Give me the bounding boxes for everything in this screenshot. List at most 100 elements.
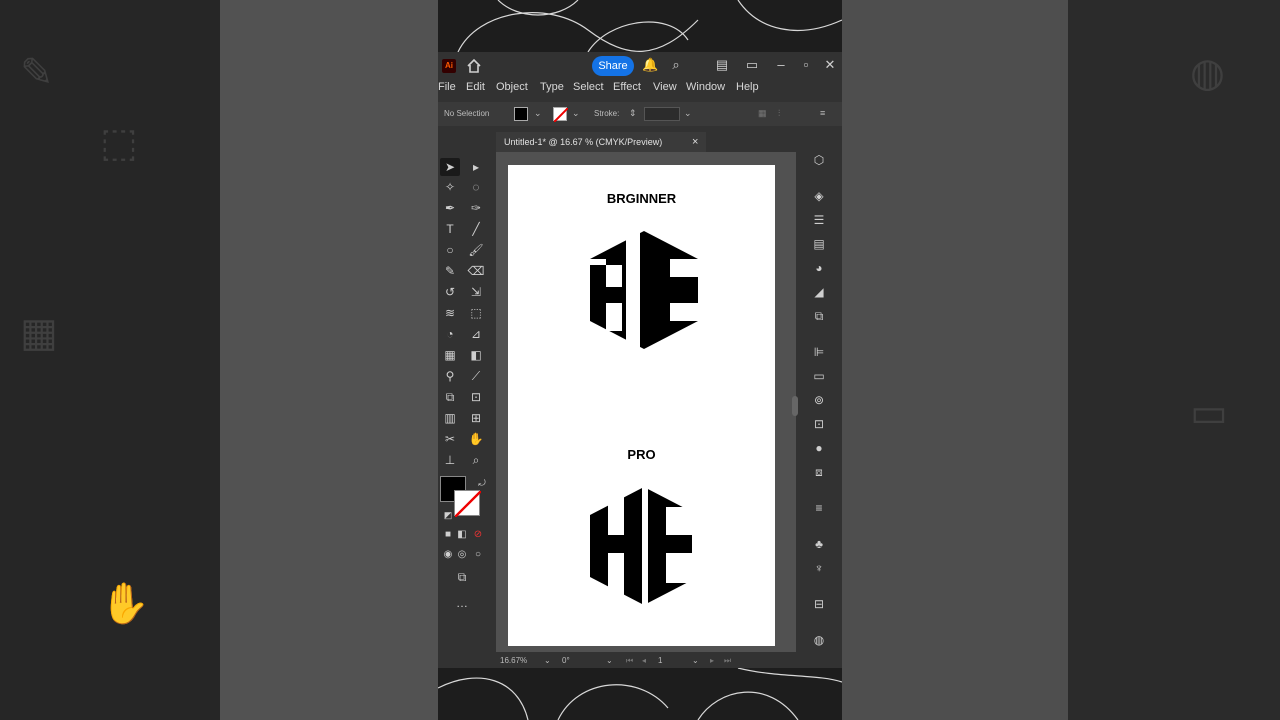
shaper-tool-icon[interactable]: ✎ [440, 262, 460, 280]
gradient-panel-icon[interactable]: ◢ [811, 284, 827, 300]
draw-inside-icon[interactable]: ○ [468, 546, 488, 564]
chevron-down-icon[interactable]: ⌄ [544, 656, 551, 665]
default-colors-icon[interactable]: ◩ [438, 506, 458, 524]
type-tool-icon[interactable]: T [440, 220, 460, 238]
fill-swatch[interactable] [514, 107, 528, 121]
layers-panel-icon[interactable]: ◈ [811, 188, 827, 204]
control-bar: No Selection ⌄ ⌄ Stroke: ⇕ ⌄ ▦ ⫶ ≡ [438, 102, 842, 126]
first-artboard-icon[interactable]: ⏮ [626, 656, 633, 666]
search-icon[interactable]: ⌕ [668, 57, 684, 73]
menu-object[interactable]: Object [496, 81, 528, 93]
line-tool-icon[interactable]: ╱ [466, 220, 486, 238]
chevron-down-icon[interactable]: ⌄ [692, 656, 699, 665]
align-panel-icon[interactable]: ⊫ [811, 344, 827, 360]
zoom-level[interactable]: 16.67% [500, 656, 527, 665]
align-icon[interactable]: ▦ [758, 108, 767, 119]
stroke-weight-field[interactable] [644, 107, 680, 121]
artboards-panel-icon[interactable]: ⊡ [811, 416, 827, 432]
minimize-icon[interactable]: – [773, 57, 789, 73]
menu-window[interactable]: Window [686, 81, 725, 93]
menu-help[interactable]: Help [736, 81, 759, 93]
gradient-tool-icon[interactable]: ◧ [466, 346, 486, 364]
screen-mode-icon[interactable]: ⧉ [452, 568, 472, 586]
artboard-tool-icon[interactable]: ⊞ [466, 409, 486, 427]
swatches-panel-icon[interactable]: ⊚ [811, 392, 827, 408]
measure-icon[interactable]: ⟋ [466, 367, 486, 385]
selection-tool-icon[interactable]: ➤ [440, 158, 460, 176]
none-mode-icon[interactable]: ⊘ [468, 526, 488, 544]
artboard-number[interactable]: 1 [658, 656, 662, 665]
transparency-panel-icon[interactable]: ▭ [811, 368, 827, 384]
notifications-icon[interactable]: 🔔 [642, 57, 658, 73]
rotate-tool-icon[interactable]: ↺ [440, 283, 460, 301]
free-transform-icon[interactable]: ⬚ [466, 304, 486, 322]
title-bar: Ai Share 🔔 ⌕ ▤ ▭ – ▫ ✕ [438, 52, 842, 78]
menu-view[interactable]: View [653, 81, 677, 93]
shape-builder-icon[interactable]: ◔ [440, 325, 460, 343]
transform-panel-icon[interactable]: ⧉ [811, 308, 827, 324]
workspace-icon[interactable]: ▤ [714, 57, 730, 73]
properties-panel-icon[interactable]: ☰ [811, 212, 827, 228]
edit-toolbar-icon[interactable]: … [452, 594, 472, 612]
mesh-tool-icon[interactable]: ▦ [440, 346, 460, 364]
appearance-panel-icon[interactable]: ● [811, 440, 827, 456]
eraser-icon[interactable]: ⌫ [466, 262, 486, 280]
chevron-down-icon[interactable]: ⌄ [606, 656, 613, 665]
swap-colors-icon[interactable]: ⤾ [472, 474, 492, 492]
stepper-icon[interactable]: ⇕ [629, 108, 637, 119]
last-artboard-icon[interactable]: ⏭ [724, 656, 731, 666]
maximize-icon[interactable]: ▫ [798, 57, 814, 73]
menu-type[interactable]: Type [540, 81, 564, 93]
menu-select[interactable]: Select [573, 81, 604, 93]
stroke-panel-icon[interactable]: ≡ [811, 500, 827, 516]
share-button[interactable]: Share [592, 56, 634, 76]
document-tab[interactable]: Untitled-1* @ 16.67 % (CMYK/Preview) [496, 132, 706, 152]
asset-export-icon[interactable]: ⊟ [811, 596, 827, 612]
graphic-styles-icon[interactable]: ◍ [811, 632, 827, 648]
ellipse-tool-icon[interactable]: ○ [440, 241, 460, 259]
symbols-panel-icon[interactable]: ♣ [811, 536, 827, 552]
symbol-sprayer-icon[interactable]: ⊡ [466, 388, 486, 406]
panel-menu-icon[interactable]: ≡ [820, 108, 825, 118]
column-graph-icon[interactable]: ▥ [440, 409, 460, 427]
3d-panel-icon[interactable]: ⬡ [811, 152, 827, 168]
paintbrush-icon[interactable]: 🖌 [466, 241, 486, 259]
selection-status: No Selection [444, 109, 490, 118]
curvature-tool-icon[interactable]: ✑ [466, 199, 486, 217]
artboard[interactable]: BRGINNER PRO [508, 165, 775, 646]
eyedropper-icon[interactable]: ⚲ [440, 367, 460, 385]
close-icon[interactable]: ✕ [822, 57, 838, 73]
zoom-tool-icon[interactable]: ⌕ [466, 451, 486, 469]
menu-file[interactable]: File [438, 81, 456, 93]
blend-tool-icon[interactable]: ⧉ [440, 388, 460, 406]
chevron-down-icon[interactable]: ⌄ [534, 108, 542, 119]
libraries-panel-icon[interactable]: ▤ [811, 236, 827, 252]
pen-tool-icon[interactable]: ✒ [440, 199, 460, 217]
direct-selection-tool-icon[interactable]: ▸ [466, 158, 486, 176]
print-tiling-icon[interactable]: ⊥ [440, 451, 460, 469]
slice-tool-icon[interactable]: ✂ [440, 430, 460, 448]
menu-edit[interactable]: Edit [466, 81, 485, 93]
warp-tool-icon[interactable]: ≋ [440, 304, 460, 322]
perspective-grid-icon[interactable]: ⊿ [466, 325, 486, 343]
magic-wand-icon[interactable]: ✧ [440, 178, 460, 196]
vertical-scrollbar[interactable] [790, 156, 800, 646]
chevron-down-icon[interactable]: ⌄ [572, 108, 580, 119]
scale-tool-icon[interactable]: ⇲ [466, 283, 486, 301]
arrange-documents-icon[interactable]: ▭ [744, 57, 760, 73]
rotation-value[interactable]: 0° [562, 656, 570, 665]
previous-artboard-icon[interactable]: ◂ [642, 656, 646, 665]
next-artboard-icon[interactable]: ▸ [710, 656, 714, 665]
tab-close-icon[interactable]: × [692, 132, 698, 152]
pathfinder-panel-icon[interactable]: ⧈ [811, 464, 827, 480]
stroke-swatch[interactable] [553, 107, 569, 123]
brushes-panel-icon[interactable]: ♆ [811, 560, 827, 576]
chevron-down-icon[interactable]: ⌄ [684, 108, 692, 119]
home-icon[interactable] [466, 58, 482, 74]
color-panel-icon[interactable]: ◕ [811, 260, 827, 276]
lasso-icon[interactable]: ◌ [466, 178, 486, 196]
menu-effect[interactable]: Effect [613, 81, 641, 93]
hand-tool-icon[interactable]: ✋ [466, 430, 486, 448]
scroll-thumb[interactable] [792, 396, 798, 416]
distribute-icon[interactable]: ⫶ [778, 108, 780, 119]
